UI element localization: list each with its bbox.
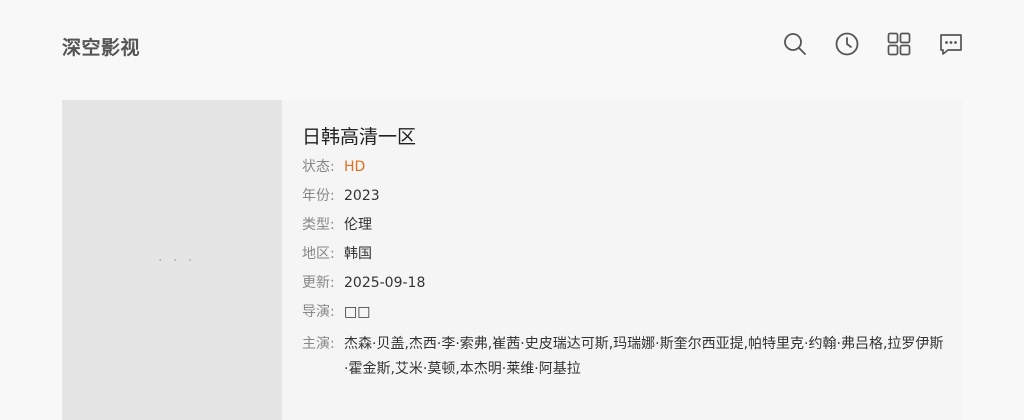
genre-value[interactable]: 伦理 [344,213,372,238]
director-value[interactable]: □□ [344,300,370,325]
genre-label: 类型: [302,217,335,233]
updated-label: 更新: [302,275,335,291]
status-row: 状态: HD [302,155,365,180]
cast-value[interactable]: 杰森·贝盖,杰西·李·索弗,崔茜·史皮瑞达可斯,玛瑞娜·斯奎尔西亚提,帕特里克·… [344,332,944,382]
region-value[interactable]: 韩国 [344,242,372,267]
director-label: 导演: [302,304,335,320]
cast-row: 主演: 杰森·贝盖,杰西·李·索弗,崔茜·史皮瑞达可斯,玛瑞娜·斯奎尔西亚提,帕特… [302,332,944,382]
year-row: 年份: 2023 [302,184,380,209]
site-header: 深空影视 [0,0,1024,90]
message-icon[interactable] [938,31,964,57]
year-label: 年份: [302,188,335,204]
video-title: 日韩高清一区 [302,126,417,148]
video-detail-card: · · · 日韩高清一区 状态: HD 年份: 2023 类型: 伦理 地区: 韩国 更… [62,100,962,420]
director-row: 导演: □□ [302,300,370,325]
status-value: HD [344,159,366,175]
year-value[interactable]: 2023 [344,184,380,209]
grid-menu-icon[interactable] [886,31,912,57]
cast-label: 主演: [302,336,335,352]
history-icon[interactable] [834,31,860,57]
genre-row: 类型: 伦理 [302,213,372,238]
site-logo[interactable]: 深空影视 [62,33,140,60]
poster-image[interactable]: · · · [62,100,282,420]
search-icon[interactable] [782,31,808,57]
updated-value: 2025-09-18 [344,275,426,291]
region-label: 地区: [302,246,335,262]
region-row: 地区: 韩国 [302,242,372,267]
updated-row: 更新: 2025-09-18 [302,271,425,296]
loading-dots: · · · [158,253,196,269]
status-label: 状态: [302,159,335,175]
